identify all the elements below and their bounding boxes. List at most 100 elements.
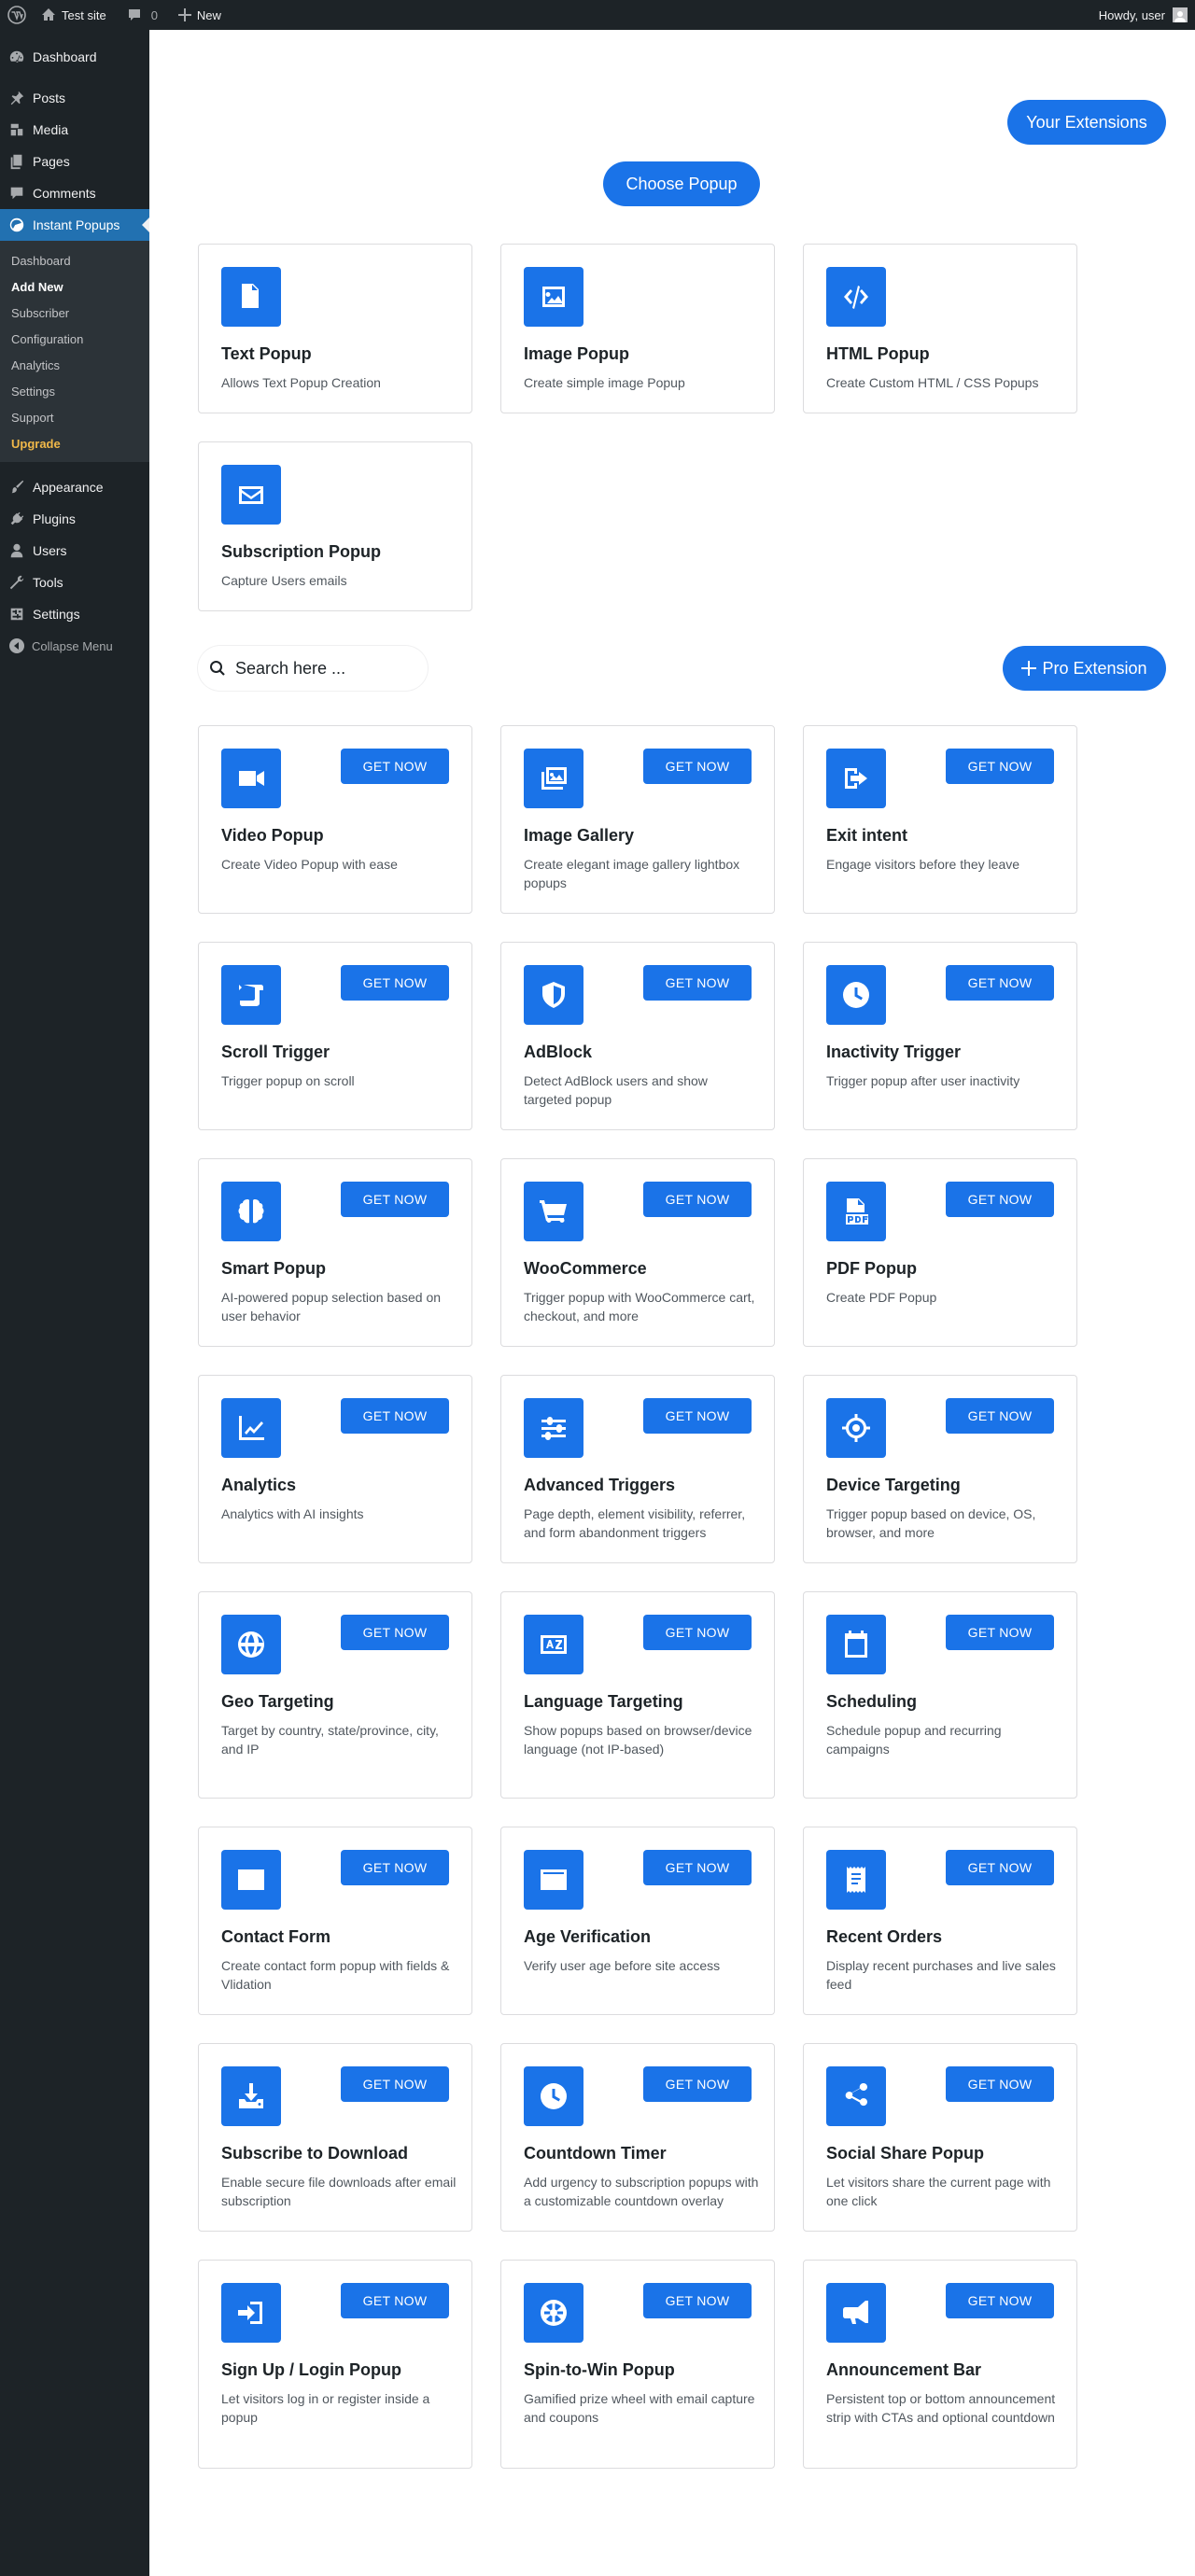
social-share-popup-card[interactable]: Social Share Popup Let visitors share the…	[803, 2043, 1077, 2232]
sidebar-item-posts[interactable]: Posts	[0, 82, 149, 114]
sign-up-login-popup-card[interactable]: Sign Up / Login Popup Let visitors log in…	[198, 2260, 472, 2469]
countdown-timer-card[interactable]: Countdown Timer Add urgency to subscripti…	[500, 2043, 775, 2232]
advanced-triggers-card[interactable]: Advanced Triggers Page depth, element vis…	[500, 1375, 775, 1563]
age-verification-card[interactable]: Age Verification Verify user age before s…	[500, 1827, 775, 2015]
announcement-bar-card[interactable]: Announcement Bar Persistent top or bottom…	[803, 2260, 1077, 2469]
scroll-trigger-card[interactable]: Scroll Trigger Trigger popup on scroll GET…	[198, 942, 472, 1130]
submenu-item-subscriber[interactable]: Subscriber	[0, 300, 149, 326]
dashboard-icon	[9, 50, 24, 63]
submenu-item-settings[interactable]: Settings	[0, 378, 149, 404]
get-now-button[interactable]: GET NOW	[341, 1615, 449, 1650]
pro-extension-button[interactable]: Pro Extension	[1003, 646, 1166, 691]
submenu-item-add-new[interactable]: Add New	[0, 273, 149, 300]
get-now-button[interactable]: GET NOW	[946, 965, 1054, 1001]
shield-icon	[524, 965, 583, 1025]
get-now-button[interactable]: GET NOW	[946, 2283, 1054, 2318]
sidebar-item-plugins[interactable]: Plugins	[0, 503, 149, 535]
card-title: Sign Up / Login Popup	[221, 2360, 401, 2379]
submenu-item-dashboard[interactable]: Dashboard	[0, 247, 149, 273]
get-now-button[interactable]: GET NOW	[643, 749, 752, 784]
search-box[interactable]	[198, 646, 428, 691]
get-now-button[interactable]: GET NOW	[341, 1850, 449, 1885]
submenu-item-support[interactable]: Support	[0, 404, 149, 430]
sidebar-item-users[interactable]: Users	[0, 535, 149, 567]
get-now-button[interactable]: GET NOW	[946, 1850, 1054, 1885]
spin-to-win-popup-card[interactable]: Spin-to-Win Popup Gamified prize wheel wi…	[500, 2260, 775, 2469]
text-popup-card[interactable]: Text Popup Allows Text Popup Creation	[198, 244, 472, 413]
collapse-menu-button[interactable]: Collapse Menu	[0, 630, 149, 662]
card-title: Text Popup	[221, 344, 312, 363]
brush-icon	[11, 480, 24, 494]
sidebar-item-appearance[interactable]: Appearance	[0, 471, 149, 503]
language-targeting-card[interactable]: Language Targeting Show popups based on b…	[500, 1591, 775, 1799]
get-now-button[interactable]: GET NOW	[643, 1398, 752, 1434]
subscription-popup-card[interactable]: Subscription Popup Capture Users emails	[198, 441, 472, 611]
recent-orders-card[interactable]: Recent Orders Display recent purchases an…	[803, 1827, 1077, 2015]
get-now-button[interactable]: GET NOW	[643, 2066, 752, 2102]
get-now-button[interactable]: GET NOW	[341, 965, 449, 1001]
new-content-link[interactable]: New	[171, 0, 229, 30]
get-now-button[interactable]: GET NOW	[643, 1850, 752, 1885]
contact-form-card[interactable]: Contact Form Create contact form popup wi…	[198, 1827, 472, 2015]
your-extensions-button[interactable]: Your Extensions	[1007, 100, 1166, 145]
image-popup-card[interactable]: Image Popup Create simple image Popup	[500, 244, 775, 413]
sidebar-item-settings[interactable]: Settings	[0, 598, 149, 630]
smart-popup-card[interactable]: Smart Popup AI-powered popup selection ba…	[198, 1158, 472, 1347]
choose-popup-button[interactable]: Choose Popup	[603, 161, 760, 206]
pages-icon	[10, 154, 22, 170]
collapse-arrow-icon	[9, 638, 24, 653]
get-now-button[interactable]: GET NOW	[946, 2066, 1054, 2102]
wordpress-logo-icon[interactable]	[0, 0, 34, 30]
sidebar-item-pages[interactable]: Pages	[0, 146, 149, 177]
get-now-button[interactable]: GET NOW	[946, 1398, 1054, 1434]
get-now-button[interactable]: GET NOW	[946, 749, 1054, 784]
exit-intent-card[interactable]: Exit intent Engage visitors before they l…	[803, 725, 1077, 914]
image-gallery-card[interactable]: Image Gallery Create elegant image galler…	[500, 725, 775, 914]
get-now-button[interactable]: GET NOW	[643, 965, 752, 1001]
get-now-button[interactable]: GET NOW	[341, 2066, 449, 2102]
site-name-link[interactable]: Test site	[34, 0, 114, 30]
get-now-button[interactable]: GET NOW	[643, 1615, 752, 1650]
get-now-button[interactable]: GET NOW	[341, 749, 449, 784]
get-now-button[interactable]: GET NOW	[946, 1182, 1054, 1217]
card-description: Add urgency to subscription popups with …	[524, 2175, 759, 2208]
plus-icon	[1021, 661, 1037, 676]
my-account[interactable]: Howdy, user	[1099, 7, 1195, 22]
get-now-button[interactable]: GET NOW	[341, 2283, 449, 2318]
get-now-button[interactable]: GET NOW	[643, 1182, 752, 1217]
subscribe-to-download-card[interactable]: Subscribe to Download Enable secure file …	[198, 2043, 472, 2232]
device-targeting-card[interactable]: Device Targeting Trigger popup based on d…	[803, 1375, 1077, 1563]
sidebar-item-tools[interactable]: Tools	[0, 567, 149, 598]
sidebar-item-instant-popups[interactable]: Instant Popups	[0, 209, 149, 241]
comments-link[interactable]: 0	[120, 0, 165, 30]
adblock-card[interactable]: AdBlock Detect AdBlock users and show tar…	[500, 942, 775, 1130]
video-popup-card[interactable]: Video Popup Create Video Popup with ease G…	[198, 725, 472, 914]
calendar-icon	[826, 1615, 886, 1674]
exit-icon	[826, 749, 886, 808]
geo-targeting-card[interactable]: Geo Targeting Target by country, state/pr…	[198, 1591, 472, 1799]
get-now-button[interactable]: GET NOW	[946, 1615, 1054, 1650]
get-now-button[interactable]: GET NOW	[341, 1182, 449, 1217]
card-title: Contact Form	[221, 1927, 330, 1946]
scheduling-card[interactable]: Scheduling Schedule popup and recurring c…	[803, 1591, 1077, 1799]
sidebar-item-media[interactable]: Media	[0, 114, 149, 146]
globe-icon	[221, 1615, 281, 1674]
get-now-button[interactable]: GET NOW	[643, 2283, 752, 2318]
new-label: New	[196, 7, 221, 22]
submenu-item-configuration[interactable]: Configuration	[0, 326, 149, 352]
woocommerce-card[interactable]: WooCommerce Trigger popup with WooCommerc…	[500, 1158, 775, 1347]
sidebar-item-label: Comments	[33, 186, 96, 201]
submenu-item-analytics[interactable]: Analytics	[0, 352, 149, 378]
pin-icon	[10, 91, 24, 105]
html-popup-card[interactable]: HTML Popup Create Custom HTML / CSS Popup…	[803, 244, 1077, 413]
search-input[interactable]	[235, 658, 413, 679]
sidebar-item-dashboard[interactable]: Dashboard	[0, 41, 149, 73]
inactivity-trigger-card[interactable]: Inactivity Trigger Trigger popup after us…	[803, 942, 1077, 1130]
sidebar-item-comments[interactable]: Comments	[0, 177, 149, 209]
plus-icon	[177, 8, 191, 21]
pdf-popup-card[interactable]: PDF Popup Create PDF Popup GET NOW	[803, 1158, 1077, 1347]
analytics-card[interactable]: Analytics Analytics with AI insights GET N…	[198, 1375, 472, 1563]
submenu-item-upgrade[interactable]: Upgrade	[0, 430, 149, 456]
get-now-button[interactable]: GET NOW	[341, 1398, 449, 1434]
language-icon	[524, 1615, 583, 1674]
